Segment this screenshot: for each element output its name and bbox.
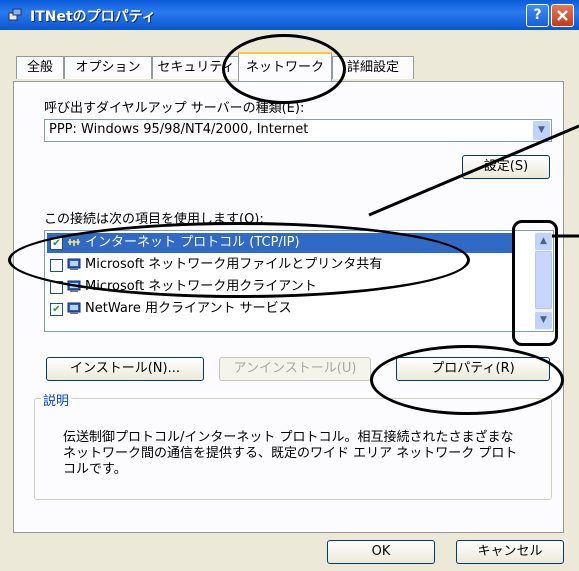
network-service-icon: [67, 258, 81, 270]
title-bar[interactable]: ITNetのプロパティ ?: [0, 0, 579, 30]
description-line: コルです。: [63, 462, 127, 477]
settings-button[interactable]: 設定(S): [462, 155, 550, 179]
description-title: 説明: [41, 390, 72, 409]
tab-general[interactable]: 全般: [16, 56, 64, 79]
scroll-thumb[interactable]: [535, 251, 552, 309]
chevron-up-icon[interactable]: ▲: [535, 233, 552, 250]
network-client-icon: [67, 280, 81, 292]
components-list[interactable]: ✔ インターネット プロトコル (TCP/IP) Microsoft ネットワー…: [44, 230, 554, 332]
description-line: ネットワーク間の通信を提供する、既定のワイド エリア ネットワーク プロト: [63, 446, 518, 461]
chevron-down-icon[interactable]: ▼: [535, 312, 552, 329]
help-button[interactable]: ?: [526, 4, 549, 27]
ok-button[interactable]: OK: [327, 540, 435, 564]
window-title: ITNetのプロパティ: [30, 9, 156, 25]
list-item[interactable]: Microsoft ネットワーク用ファイルとプリンタ共有: [47, 255, 513, 275]
description-line: 伝送制御プロトコル/インターネット プロトコル。相互接続されたさまざまな: [63, 430, 514, 445]
cancel-button[interactable]: キャンセル: [456, 540, 564, 564]
dialup-server-label: 呼び出すダイヤルアップ サーバーの種類(E):: [44, 101, 305, 116]
connection-icon: [8, 8, 22, 21]
list-item-label: Microsoft ネットワーク用クライアント: [85, 279, 317, 294]
network-client-icon: [67, 302, 81, 314]
install-button[interactable]: インストール(N)...: [46, 357, 204, 381]
close-button[interactable]: [551, 4, 574, 27]
list-item-label: NetWare 用クライアント サービス: [85, 301, 292, 316]
protocol-icon: [68, 239, 80, 246]
checkbox[interactable]: [50, 259, 63, 272]
list-item-label: Microsoft ネットワーク用ファイルとプリンタ共有: [85, 257, 383, 272]
dialup-server-value: PPP: Windows 95/98/NT4/2000, Internet: [49, 122, 309, 137]
checkbox[interactable]: [50, 281, 63, 294]
list-item[interactable]: Microsoft ネットワーク用クライアント: [47, 277, 513, 297]
tab-advanced[interactable]: 詳細設定: [332, 56, 414, 79]
dialup-server-select[interactable]: PPP: Windows 95/98/NT4/2000, Internet ▼: [44, 119, 552, 142]
description-text: 伝送制御プロトコル/インターネット プロトコル。相互接続されたさまざまな ネット…: [63, 430, 543, 478]
tab-options[interactable]: オプション: [64, 56, 152, 79]
chevron-down-icon[interactable]: ▼: [533, 121, 550, 140]
uninstall-button[interactable]: アンインストール(U): [219, 357, 371, 381]
components-label: この接続は次の項目を使用します(O):: [44, 212, 264, 227]
list-scrollbar[interactable]: ▲ ▼: [535, 232, 552, 330]
list-item[interactable]: ✔ NetWare 用クライアント サービス: [47, 299, 513, 319]
tab-network[interactable]: ネットワーク: [238, 52, 332, 81]
list-item[interactable]: ✔ インターネット プロトコル (TCP/IP): [47, 233, 513, 253]
tab-security[interactable]: セキュリティ: [152, 56, 240, 79]
checkbox[interactable]: ✔: [50, 237, 63, 250]
close-icon: [557, 10, 568, 21]
list-item-label: インターネット プロトコル (TCP/IP): [85, 235, 300, 250]
checkbox[interactable]: ✔: [50, 303, 63, 316]
properties-dialog: ITNetのプロパティ ? 全般 オプション セキュリティ ネットワーク 詳細設…: [0, 0, 579, 571]
properties-button[interactable]: プロパティ(R): [396, 357, 550, 381]
